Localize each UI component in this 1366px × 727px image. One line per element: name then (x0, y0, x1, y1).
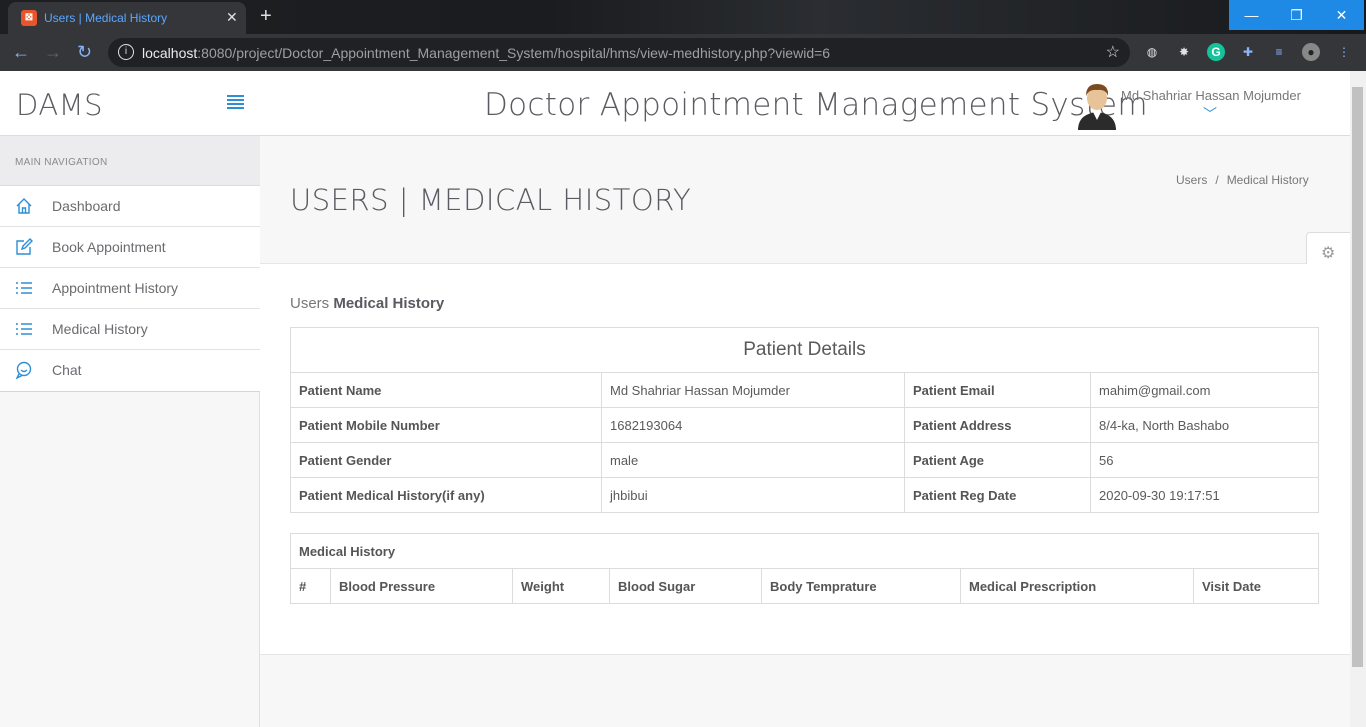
patient-details-table: Patient Details Patient Name Md Shahriar… (290, 327, 1319, 513)
sidebar-item-appointment-history[interactable]: Appointment History (0, 268, 260, 309)
site-info-icon[interactable]: i (118, 44, 134, 60)
page-title: USERS | MEDICAL HISTORY (290, 183, 692, 217)
list-icon (16, 282, 32, 294)
window-minimize-button[interactable]: — (1229, 0, 1274, 30)
brand-logo[interactable]: DAMS (16, 88, 103, 122)
sidebar-item-label: Appointment History (52, 280, 179, 296)
home-icon (16, 198, 32, 214)
chevron-down-icon[interactable]: ﹀ (1203, 104, 1217, 124)
breadcrumb-users[interactable]: Users (1176, 173, 1207, 187)
column-header: Medical Prescription (960, 568, 1194, 604)
grammarly-icon[interactable]: G (1207, 43, 1225, 61)
sidebar-item-chat[interactable]: Chat (0, 350, 260, 391)
column-header: Body Temprature (761, 568, 961, 604)
sidebar-item-label: Dashboard (52, 198, 121, 214)
tab-close-icon[interactable]: ✕ (226, 9, 238, 26)
settings-gear-extension-icon[interactable]: ✸ (1175, 43, 1193, 61)
content-area: Users Medical History Patient Details Pa… (260, 264, 1350, 654)
window-maximize-button[interactable]: ❐ (1274, 0, 1319, 30)
sidebar-item-book-appointment[interactable]: Book Appointment (0, 227, 260, 268)
forward-arrow-icon[interactable]: → (44, 42, 62, 63)
sidebar-item-medical-history[interactable]: Medical History (0, 309, 260, 350)
brand-area: DAMS (0, 71, 260, 136)
sidebar-item-label: Book Appointment (52, 239, 166, 255)
address-bar[interactable]: i localhost:8080/project/Doctor_Appointm… (108, 38, 1130, 67)
medical-history-table: Medical History # Blood Pressure Weight … (290, 533, 1319, 604)
extensions-puzzle-icon[interactable]: ✚ (1239, 43, 1257, 61)
browser-tab-strip: ⊠ Users | Medical History ✕ + — ❐ ✕ (0, 0, 1366, 34)
bookmark-star-icon[interactable]: ☆ (1106, 42, 1120, 62)
patient-details-caption: Patient Details (290, 327, 1319, 373)
page-header: USERS | MEDICAL HISTORY Users / Medical Hi… (260, 136, 1350, 273)
chat-icon (15, 361, 32, 379)
section-title: Users Medical History (290, 295, 445, 312)
column-header: Blood Sugar (609, 568, 762, 604)
window-close-button[interactable]: ✕ (1319, 0, 1364, 30)
table-row: Patient Mobile Number 1682193064 Patient… (290, 407, 1319, 443)
profile-avatar-icon[interactable]: ● (1302, 43, 1320, 61)
scrollbar-thumb[interactable] (1352, 87, 1363, 667)
breadcrumb: Users / Medical History (1176, 173, 1309, 187)
sidebar-nav: Dashboard Book Appointment Appointment H… (0, 186, 260, 392)
page-scrollbar[interactable] (1350, 71, 1366, 727)
app-container: DAMS MAIN NAVIGATION Dashboard Book Appo… (0, 71, 1350, 727)
reload-icon[interactable]: ↻ (77, 42, 92, 63)
browser-tab[interactable]: ⊠ Users | Medical History ✕ (8, 2, 246, 34)
list-icon (16, 323, 32, 335)
browser-menu-icon[interactable]: ⋮ (1335, 43, 1353, 61)
column-header: # (290, 568, 331, 604)
system-title: Doctor Appointment Management System (484, 87, 1148, 123)
new-tab-button[interactable]: + (260, 5, 272, 28)
footer-area (260, 654, 1350, 727)
globe-icon[interactable]: ◍ (1143, 43, 1161, 61)
user-avatar[interactable] (1076, 80, 1118, 130)
sidebar-item-label: Chat (52, 362, 82, 378)
back-arrow-icon[interactable]: ← (12, 42, 30, 63)
column-header: Visit Date (1193, 568, 1319, 604)
menu-toggle-icon[interactable] (227, 95, 244, 111)
table-row: Patient Gender male Patient Age 56 (290, 442, 1319, 478)
main-area: Doctor Appointment Management System Md … (260, 71, 1350, 727)
edit-icon (16, 238, 33, 255)
medical-history-caption: Medical History (290, 533, 1319, 569)
table-row: Patient Medical History(if any) jhbibui … (290, 477, 1319, 513)
nav-heading: MAIN NAVIGATION (0, 136, 260, 186)
top-header: Doctor Appointment Management System Md … (260, 71, 1350, 136)
column-header: Weight (512, 568, 610, 604)
user-name[interactable]: Md Shahriar Hassan Mojumder (1121, 88, 1301, 103)
tab-title: Users | Medical History (44, 11, 168, 25)
gear-icon: ⚙ (1321, 245, 1336, 262)
breadcrumb-separator: / (1215, 173, 1219, 187)
address-url[interactable]: localhost:8080/project/Doctor_Appointmen… (142, 45, 830, 61)
sidebar: DAMS MAIN NAVIGATION Dashboard Book Appo… (0, 71, 260, 727)
xampp-favicon-icon: ⊠ (21, 10, 37, 26)
column-header: Blood Pressure (330, 568, 513, 604)
sidebar-item-label: Medical History (52, 321, 148, 337)
breadcrumb-medical-history: Medical History (1226, 173, 1309, 187)
reading-list-icon[interactable]: ≡ (1270, 43, 1288, 61)
sidebar-item-dashboard[interactable]: Dashboard (0, 186, 260, 227)
table-header-row: # Blood Pressure Weight Blood Sugar Body… (290, 568, 1319, 604)
browser-toolbar: ← → ↻ i localhost:8080/project/Doctor_Ap… (0, 34, 1366, 71)
table-row: Patient Name Md Shahriar Hassan Mojumder… (290, 372, 1319, 408)
